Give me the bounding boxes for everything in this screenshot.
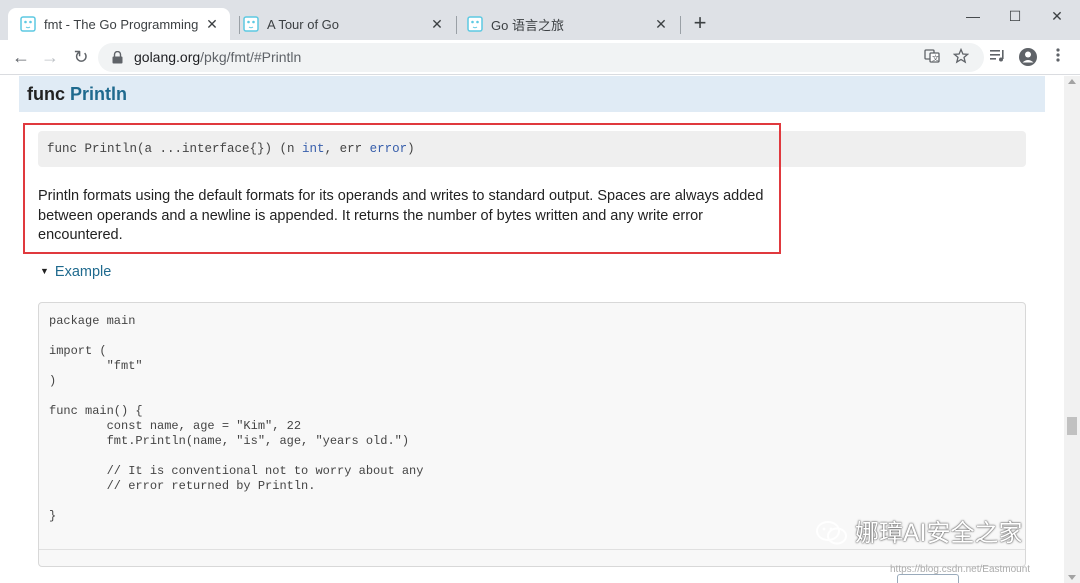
- tab-close-icon[interactable]: ✕: [429, 16, 445, 32]
- tab-divider: [680, 16, 681, 34]
- wechat-icon: [816, 521, 847, 545]
- reload-button[interactable]: ↻: [68, 44, 94, 70]
- url-path: /pkg/fmt/#Println: [200, 49, 302, 65]
- translate-icon[interactable]: 文: [922, 48, 942, 68]
- url-text[interactable]: golang.org/pkg/fmt/#Println: [134, 49, 301, 65]
- gopher-favicon-icon: [243, 16, 259, 32]
- tab-title: Go 语言之旅: [491, 17, 564, 33]
- forward-button[interactable]: →: [37, 44, 63, 70]
- run-button[interactable]: [897, 574, 959, 583]
- gopher-favicon-icon: [467, 16, 483, 32]
- gopher-favicon-icon: [20, 16, 36, 32]
- example-toggle[interactable]: ▼ Example: [40, 264, 111, 280]
- watermark: 娜璋AI安全之家: [815, 513, 1023, 548]
- func-keyword: func: [27, 84, 65, 104]
- kebab-menu-icon[interactable]: [1047, 47, 1069, 69]
- star-icon[interactable]: [951, 47, 971, 68]
- code-divider: [39, 549, 1025, 550]
- example-code[interactable]: package main import ( "fmt" ) func main(…: [49, 314, 423, 524]
- media-control-icon[interactable]: [987, 47, 1009, 69]
- svg-text:文: 文: [932, 54, 939, 63]
- func-heading: func Println: [19, 76, 1045, 112]
- tab-close-icon[interactable]: ✕: [653, 16, 669, 32]
- func-name-link[interactable]: Println: [70, 84, 127, 104]
- tab-fmt[interactable]: fmt - The Go Programming La ✕: [8, 8, 230, 40]
- tab-close-icon[interactable]: ✕: [204, 16, 220, 32]
- minimize-button[interactable]: —: [950, 4, 996, 28]
- close-window-button[interactable]: ✕: [1034, 4, 1080, 28]
- watermark-text: 娜璋AI安全之家: [855, 519, 1023, 547]
- new-tab-button[interactable]: +: [688, 12, 712, 36]
- browser-toolbar: ← → ↻ golang.org/pkg/fmt/#Println 文: [0, 40, 1080, 75]
- scroll-thumb[interactable]: [1067, 417, 1077, 435]
- tab-strip: fmt - The Go Programming La ✕ A Tour of …: [0, 0, 1080, 40]
- tab-go-tour-cn[interactable]: Go 语言之旅 ✕: [455, 8, 679, 40]
- tab-title: fmt - The Go Programming La: [44, 16, 198, 32]
- tab-tour-of-go[interactable]: A Tour of Go ✕: [231, 8, 455, 40]
- example-label: Example: [54, 264, 112, 280]
- scroll-down-icon[interactable]: [1068, 575, 1076, 580]
- url-host: golang.org: [134, 49, 201, 65]
- page-scrollbar[interactable]: [1064, 76, 1080, 583]
- profile-icon[interactable]: [1017, 47, 1039, 69]
- browser-window: fmt - The Go Programming La ✕ A Tour of …: [0, 0, 1080, 583]
- highlight-annotation-box: [23, 123, 781, 254]
- maximize-button[interactable]: ☐: [992, 4, 1038, 28]
- triangle-down-icon: ▼: [40, 266, 49, 276]
- back-button[interactable]: ←: [8, 44, 34, 70]
- address-bar[interactable]: golang.org/pkg/fmt/#Println 文: [98, 43, 984, 72]
- scroll-up-icon[interactable]: [1068, 79, 1076, 84]
- watermark-url: https://blog.csdn.net/Eastmount: [890, 564, 1031, 575]
- page-content: func Println func Println(a ...interface…: [0, 76, 1064, 583]
- lock-icon: [112, 51, 123, 64]
- tab-title: A Tour of Go: [267, 16, 340, 32]
